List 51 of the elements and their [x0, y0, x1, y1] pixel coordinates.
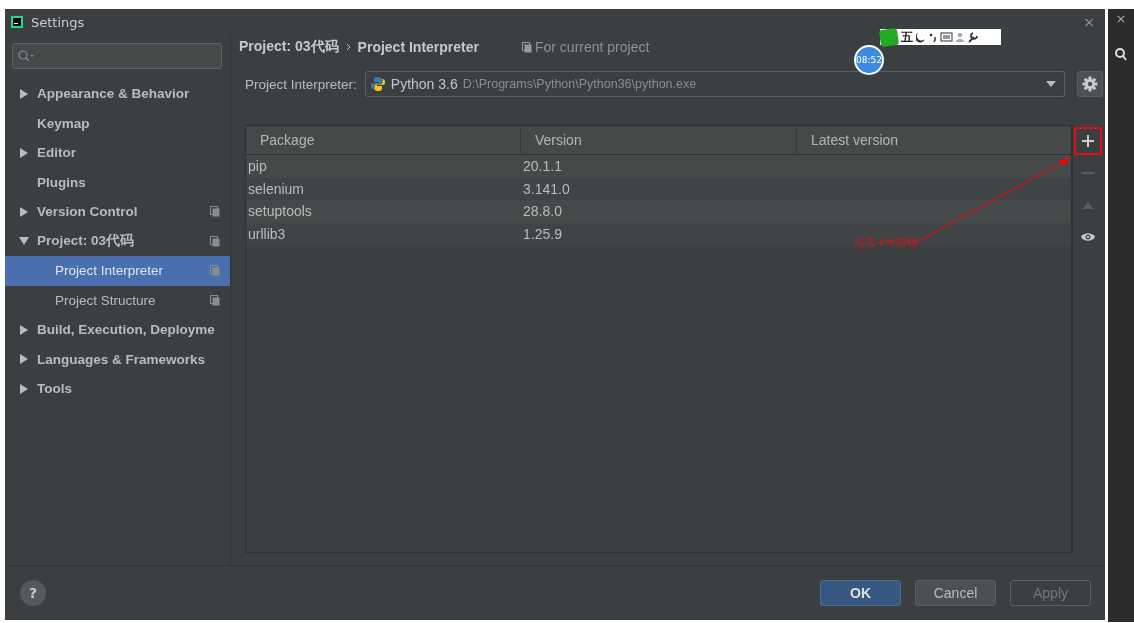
sidebar-item[interactable]: Project Interpreter [5, 256, 230, 286]
sidebar-item[interactable]: Plugins [5, 167, 230, 197]
up-triangle-icon [1082, 201, 1094, 209]
table-cell-text: setuptools [247, 203, 313, 220]
column-header[interactable]: Latest version [797, 126, 1071, 154]
sidebar-item[interactable]: Keymap [5, 108, 230, 138]
column-header[interactable]: Version [521, 126, 797, 154]
python-icon [369, 76, 386, 92]
sidebar-item[interactable]: Languages & Frameworks [5, 344, 230, 374]
help-button[interactable]: ? [20, 580, 46, 606]
close-icon[interactable]: × [1115, 11, 1127, 26]
sidebar-item[interactable]: Version Control [5, 197, 230, 227]
table-cell-text: 1.25.9 [522, 225, 563, 242]
plus-icon [1082, 135, 1094, 147]
settings-icon [1082, 76, 1098, 92]
sidebar-item[interactable]: Appearance & Behavior [5, 79, 230, 109]
search-icon[interactable] [1115, 48, 1127, 62]
dialog-button[interactable]: Cancel [915, 580, 996, 606]
table-cell-text: 28.8.0 [522, 203, 563, 220]
table-cell-text: urllib3 [247, 225, 287, 242]
interpreter-dropdown[interactable]: Python 3.6 D:\Programs\Python\Python36\python.exe [364, 71, 1065, 97]
add-button[interactable] [1074, 127, 1102, 155]
annotation-text: 点击+号按钮 [854, 235, 919, 250]
chevron-icon [345, 43, 351, 51]
caret-icon [1046, 81, 1056, 87]
breadcrumb: Project Interpreter [357, 39, 479, 55]
table-cell-text: 3.141.0 [522, 180, 571, 197]
sidebar-item[interactable]: Project Structure [5, 285, 230, 315]
table-cell-text: selenium [247, 180, 306, 197]
sidebar-item[interactable]: Build, Execution, Deployme [5, 315, 230, 345]
ime-tools-icon [916, 31, 980, 43]
field-label: Project Interpreter: [245, 76, 357, 92]
sidebar-item[interactable]: Project: 03代码 [5, 226, 230, 256]
eye-icon [1081, 232, 1095, 242]
app-icon [11, 16, 23, 28]
sidebar-item[interactable]: Editor [5, 138, 230, 168]
breadcrumb: Project: 03代码 [239, 38, 339, 56]
search-field[interactable] [12, 43, 222, 69]
close-button[interactable]: × [1079, 14, 1099, 30]
ok-button[interactable]: OK [820, 580, 901, 606]
table-cell-text: pip [247, 158, 268, 175]
ime-toolbar[interactable]: 五 [880, 29, 1001, 45]
ime-mode: 五 [901, 28, 913, 46]
copy-icon [521, 41, 532, 53]
settings-button[interactable] [1077, 71, 1103, 97]
window-title: Settings [31, 14, 85, 30]
scope-label: For current project [534, 39, 650, 55]
column-header[interactable]: Package [246, 126, 521, 154]
sidebar-item[interactable]: Tools [5, 374, 230, 404]
search-icon [18, 50, 34, 62]
table-cell-text: 20.1.1 [522, 158, 563, 175]
